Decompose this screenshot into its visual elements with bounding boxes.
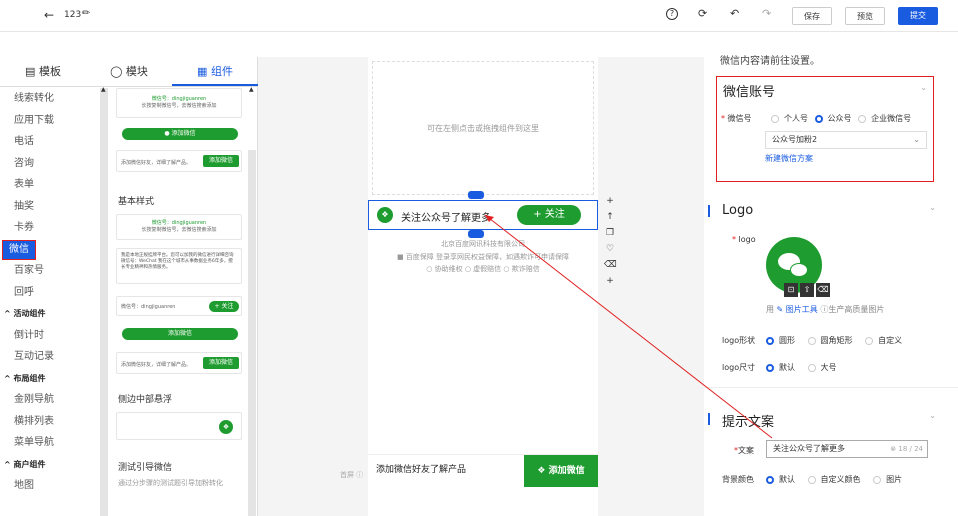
arrow-line	[484, 214, 773, 439]
annotation-arrow	[484, 214, 773, 439]
